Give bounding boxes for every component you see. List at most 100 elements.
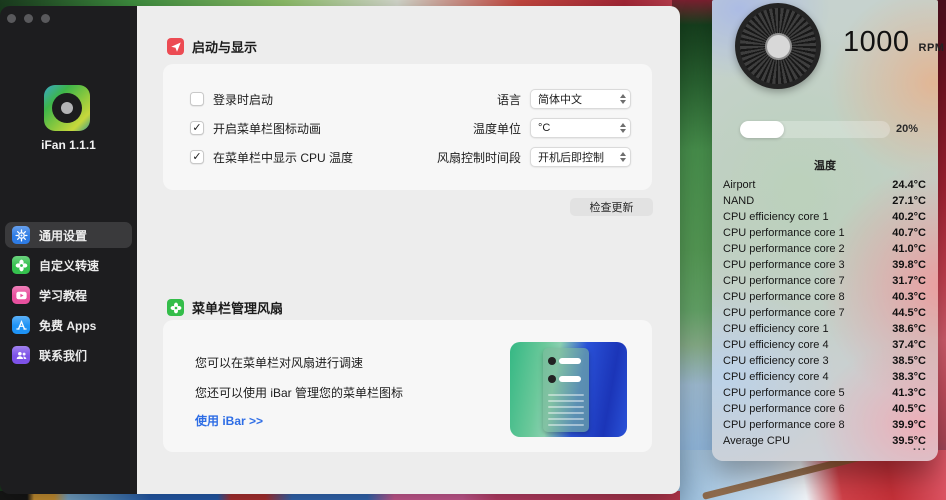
- ifan-settings-window: iFan 1.1.1 通用设置 自定义转速 学习教程 免费 Apps 联系我们 …: [0, 6, 680, 494]
- settings-select-row: 语言 简体中文: [323, 89, 631, 109]
- fan-speed-slider[interactable]: [740, 121, 890, 138]
- temperature-row: CPU performance core 7 31.7°C: [712, 273, 938, 289]
- sensor-value: 27.1°C: [892, 195, 926, 207]
- sensor-name: NAND: [723, 195, 892, 207]
- temperatures-title: 温度: [712, 157, 938, 173]
- tutorial-play-icon: [12, 286, 30, 304]
- menubar-preview-image: [510, 342, 627, 437]
- rpm-value: 1000: [843, 26, 910, 59]
- sensor-value: 44.5°C: [892, 307, 926, 319]
- settings-content: 启动与显示 ✓ 登录时启动 ✓ 开启菜单栏图标动画 ✓ 在菜单栏中显示 CPU …: [137, 6, 680, 494]
- sidebar-item[interactable]: 免费 Apps: [5, 312, 132, 338]
- fan-hub: [765, 33, 792, 60]
- sensor-value: 40.2°C: [892, 211, 926, 223]
- sensor-value: 41.3°C: [892, 387, 926, 399]
- sensor-name: CPU performance core 8: [723, 291, 892, 303]
- select-column: 语言 简体中文 温度单位 °C 风扇控制时间段 开机后即控制: [323, 89, 631, 167]
- temperature-row: CPU performance core 6 40.5°C: [712, 401, 938, 417]
- chevron-updown-icon: [620, 123, 626, 133]
- menubar-section-header: 菜单栏管理风扇: [167, 298, 283, 317]
- menubar-section-title: 菜单栏管理风扇: [192, 298, 283, 317]
- zoom-window-icon[interactable]: [41, 14, 50, 23]
- sidebar-item[interactable]: 自定义转速: [5, 252, 132, 278]
- temperature-list: Airport 24.4°C NAND 27.1°C CPU efficienc…: [712, 177, 938, 449]
- sensor-name: CPU performance core 8: [723, 419, 892, 431]
- sensor-value: 38.5°C: [892, 355, 926, 367]
- ibar-link[interactable]: 使用 iBar >>: [195, 412, 263, 429]
- temperature-row: CPU performance core 8 40.3°C: [712, 289, 938, 305]
- sensor-name: CPU performance core 6: [723, 403, 892, 415]
- minimize-window-icon[interactable]: [24, 14, 33, 23]
- sensor-name: CPU efficiency core 3: [723, 355, 892, 367]
- sensor-value: 24.4°C: [892, 179, 926, 191]
- temperature-row: Airport 24.4°C: [712, 177, 938, 193]
- fan-wheel-icon: [735, 3, 821, 89]
- sensor-name: CPU efficiency core 4: [723, 339, 892, 351]
- sensor-value: 38.3°C: [892, 371, 926, 383]
- sensor-name: Average CPU: [723, 435, 892, 447]
- temperature-row: CPU efficiency core 1 40.2°C: [712, 209, 938, 225]
- fan-percent-label: 20%: [896, 123, 918, 135]
- temperature-row: CPU performance core 2 41.0°C: [712, 241, 938, 257]
- temperature-row: Average CPU 39.5°C: [712, 433, 938, 449]
- fan-speed-slider-fill[interactable]: [740, 121, 784, 138]
- fan-menubar-popover: 1000 RPM 20% 温度 Airport 24.4°C NAND 27.1…: [712, 0, 938, 461]
- menubar-info-line2: 您还可以使用 iBar 管理您的菜单栏图标: [195, 384, 403, 401]
- rpm-unit-label: RPM: [919, 42, 945, 54]
- temperature-row: CPU efficiency core 1 38.6°C: [712, 321, 938, 337]
- temperature-row: CPU efficiency core 3 38.5°C: [712, 353, 938, 369]
- temperature-row: NAND 27.1°C: [712, 193, 938, 209]
- temperature-row: CPU performance core 7 44.5°C: [712, 305, 938, 321]
- sensor-name: CPU performance core 7: [723, 275, 892, 287]
- contact-people-icon: [12, 346, 30, 364]
- sensor-name: CPU efficiency core 1: [723, 323, 892, 335]
- checkbox[interactable]: ✓: [190, 150, 204, 164]
- menubar-info-card: 您可以在菜单栏对风扇进行调速 您还可以使用 iBar 管理您的菜单栏图标 使用 …: [163, 320, 652, 452]
- sensor-name: CPU performance core 5: [723, 387, 892, 399]
- check-update-button[interactable]: 检查更新: [570, 198, 653, 216]
- sensor-name: CPU performance core 2: [723, 243, 892, 255]
- sensor-value: 31.7°C: [892, 275, 926, 287]
- settings-select-row: 温度单位 °C: [323, 118, 631, 138]
- sensor-name: CPU efficiency core 1: [723, 211, 892, 223]
- sidebar-nav: 通用设置 自定义转速 学习教程 免费 Apps 联系我们: [5, 222, 132, 368]
- checkbox[interactable]: ✓: [190, 121, 204, 135]
- close-window-icon[interactable]: [7, 14, 16, 23]
- sensor-name: CPU performance core 1: [723, 227, 892, 239]
- app-logo-icon: [44, 85, 90, 131]
- app-name-version: iFan 1.1.1: [0, 138, 137, 152]
- launch-section-header: 启动与显示: [167, 37, 257, 56]
- sensor-value: 40.3°C: [892, 291, 926, 303]
- sensor-value: 40.7°C: [892, 227, 926, 239]
- temperature-row: CPU performance core 1 40.7°C: [712, 225, 938, 241]
- gear-icon: [12, 226, 30, 244]
- sidebar-item[interactable]: 联系我们: [5, 342, 132, 368]
- sensor-name: Airport: [723, 179, 892, 191]
- launch-section-title: 启动与显示: [192, 37, 257, 56]
- sensor-value: 38.6°C: [892, 323, 926, 335]
- checkbox[interactable]: ✓: [190, 92, 204, 106]
- sensor-value: 39.8°C: [892, 259, 926, 271]
- app-logo-hub: [61, 102, 73, 114]
- dropdown-select[interactable]: 开机后即控制: [530, 147, 631, 167]
- chevron-updown-icon: [620, 94, 626, 104]
- temperature-row: CPU performance core 3 39.8°C: [712, 257, 938, 273]
- more-options-button[interactable]: ···: [913, 444, 927, 456]
- sensor-value: 37.4°C: [892, 339, 926, 351]
- rpm-readout: 1000 RPM: [843, 26, 944, 59]
- sidebar-item[interactable]: 通用设置: [5, 222, 132, 248]
- sensor-value: 39.9°C: [892, 419, 926, 431]
- sidebar-item[interactable]: 学习教程: [5, 282, 132, 308]
- sensor-name: CPU performance core 7: [723, 307, 892, 319]
- dropdown-select[interactable]: 简体中文: [530, 89, 631, 109]
- chevron-updown-icon: [620, 152, 626, 162]
- window-controls: [7, 14, 50, 23]
- temperature-row: CPU performance core 5 41.3°C: [712, 385, 938, 401]
- sidebar: iFan 1.1.1 通用设置 自定义转速 学习教程 免费 Apps 联系我们: [0, 6, 137, 494]
- settings-select-row: 风扇控制时间段 开机后即控制: [323, 147, 631, 167]
- dropdown-select[interactable]: °C: [530, 118, 631, 138]
- preview-popover-panel: [543, 348, 589, 432]
- menubar-info-line1: 您可以在菜单栏对风扇进行调速: [195, 354, 363, 371]
- launch-rocket-icon: [167, 38, 184, 55]
- temperature-row: CPU efficiency core 4 38.3°C: [712, 369, 938, 385]
